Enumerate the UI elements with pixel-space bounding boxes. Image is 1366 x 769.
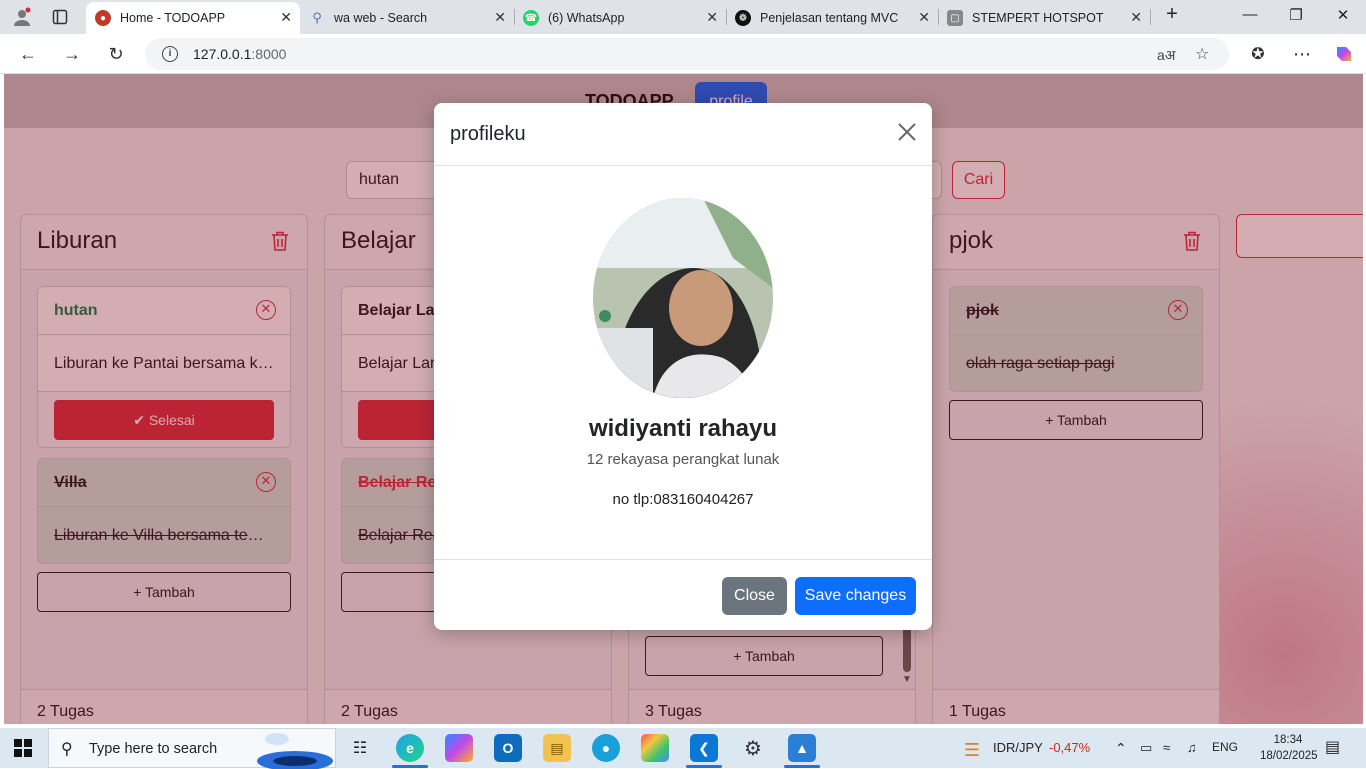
tab-title: (6) WhatsApp (548, 11, 625, 25)
close-icon[interactable] (896, 121, 918, 143)
app-icon[interactable]: ● (592, 734, 620, 762)
battery-icon[interactable]: ▭ (1140, 740, 1152, 756)
tab-title: wa web - Search (334, 11, 428, 25)
copilot-icon[interactable] (1332, 42, 1356, 66)
profile-name: widiyanti rahayu (588, 415, 778, 442)
wifi-icon[interactable]: ≈ (1163, 740, 1170, 755)
search-highlight-image (257, 733, 333, 769)
browser-address-bar: ← → ↻ i 127.0.0.1:8000 aअ ☆ ✪ ⋯ (0, 34, 1366, 74)
ticker-change[interactable]: -0,47% (1049, 740, 1090, 755)
search-favicon-icon: ⚲ (312, 10, 322, 25)
system-clock[interactable]: 18:34 18/02/2025 (1260, 732, 1318, 764)
refresh-icon[interactable]: ↻ (104, 42, 128, 66)
url-text[interactable]: 127.0.0.1:8000 (193, 46, 286, 62)
openai-favicon-icon: ❁ (735, 10, 751, 26)
tab-wa-web-search[interactable]: ⚲ wa web - Search ✕ (300, 2, 514, 34)
tab-actions-icon[interactable] (48, 5, 72, 29)
photos-icon[interactable]: ▲ (788, 734, 816, 762)
close-tab-icon[interactable]: ✕ (280, 9, 292, 26)
more-options-icon[interactable]: ⋯ (1290, 42, 1314, 66)
taskbar-search[interactable]: ⚲ Type here to search (48, 728, 336, 769)
back-arrow-icon[interactable]: ← (16, 42, 40, 66)
show-hidden-icons-icon[interactable]: ⌃ (1115, 740, 1127, 757)
ticker-symbol[interactable]: IDR/JPY (993, 740, 1043, 755)
outlook-icon[interactable]: O (494, 734, 522, 762)
read-aloud-icon[interactable]: aअ (1157, 46, 1175, 65)
tab-whatsapp[interactable]: ☎ (6) WhatsApp ✕ (514, 2, 726, 34)
profile-phone: no tlp:083160404267 (612, 491, 754, 508)
favorite-star-icon[interactable]: ☆ (1195, 44, 1209, 64)
tab-penjelasan-mvc[interactable]: ❁ Penjelasan tentang MVC ✕ (726, 2, 938, 34)
profile-avatar-icon[interactable] (10, 5, 34, 29)
app-icon[interactable] (641, 734, 669, 762)
avatar (593, 198, 773, 398)
taskbar-search-placeholder: Type here to search (89, 741, 218, 757)
browser-tab-bar: ● Home - TODOAPP ✕ ⚲ wa web - Search ✕ ☎… (0, 0, 1366, 34)
todoapp-favicon-icon: ● (95, 10, 111, 26)
favorites-list-icon[interactable]: ✪ (1246, 42, 1270, 66)
tab-title: Home - TODOAPP (120, 11, 226, 25)
forward-arrow-icon[interactable]: → (60, 42, 84, 66)
whatsapp-favicon-icon: ☎ (523, 10, 539, 26)
clock-time: 18:34 (1273, 734, 1303, 746)
volume-icon[interactable]: ♫ (1187, 740, 1197, 755)
close-button[interactable]: Close (722, 577, 787, 615)
modal-footer: Close Save changes (434, 559, 932, 630)
vscode-icon[interactable]: ❮ (690, 734, 718, 762)
tab-separator (1150, 9, 1151, 25)
tab-title: STEMPERT HOTSPOT (972, 11, 1104, 25)
language-indicator[interactable]: ENG (1212, 740, 1238, 754)
page-favicon-icon: ▢ (947, 10, 963, 26)
close-window-icon[interactable]: ✕ (1333, 6, 1353, 24)
profile-class: 12 rekayasa perangkat lunak (586, 451, 780, 468)
windows-start-icon[interactable] (14, 739, 32, 757)
site-info-icon[interactable]: i (162, 46, 178, 62)
minimize-icon[interactable]: — (1240, 6, 1260, 23)
tab-title: Penjelasan tentang MVC (760, 11, 899, 25)
close-tab-icon[interactable]: ✕ (706, 9, 718, 26)
tab-stempert-hotspot[interactable]: ▢ STEMPERT HOTSPOT ✕ (938, 2, 1150, 34)
url-field[interactable]: i 127.0.0.1:8000 aअ ☆ (145, 38, 1229, 70)
restore-icon[interactable]: ❐ (1286, 6, 1306, 24)
copilot-app-icon[interactable] (445, 734, 473, 762)
edge-browser-icon[interactable]: e (396, 734, 424, 762)
save-changes-button[interactable]: Save changes (795, 577, 916, 615)
task-view-icon[interactable]: ☷ (346, 734, 374, 762)
clock-date: 18/02/2025 (1260, 750, 1318, 762)
settings-gear-icon[interactable]: ⚙ (739, 734, 767, 762)
modal-title: profileku (450, 123, 526, 145)
stock-ticker-icon[interactable]: ☰ (958, 736, 986, 764)
file-explorer-icon[interactable]: ▤ (543, 734, 571, 762)
close-tab-icon[interactable]: ✕ (494, 9, 506, 26)
new-tab-plus-icon[interactable]: + (1162, 3, 1182, 26)
modal-header: profileku (434, 103, 932, 166)
search-icon: ⚲ (61, 741, 73, 758)
profile-modal: profileku widiyanti rahayu 12 rekayasa p… (434, 103, 932, 630)
tab-home-todoapp[interactable]: ● Home - TODOAPP ✕ (86, 2, 300, 34)
windows-taskbar: ⚲ Type here to search ☷ e O ▤ ● ❮ ⚙ ▲ ☰ … (0, 728, 1366, 769)
notifications-icon[interactable]: ▤ (1325, 737, 1340, 757)
close-tab-icon[interactable]: ✕ (918, 9, 930, 26)
close-tab-icon[interactable]: ✕ (1130, 9, 1142, 26)
